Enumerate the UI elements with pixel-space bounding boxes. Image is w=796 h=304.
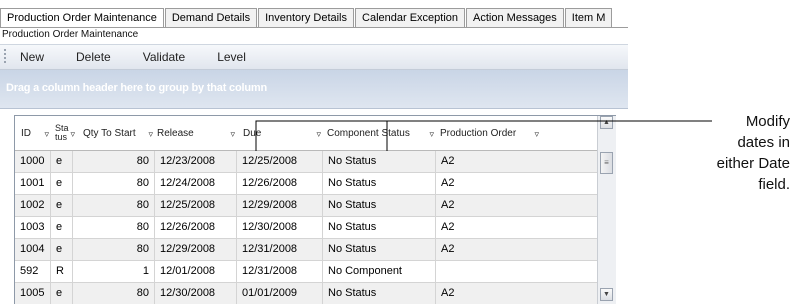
callout-line-2: dates in <box>737 134 790 151</box>
production-order-cell[interactable]: A2 <box>436 217 541 238</box>
filter-icon[interactable]: ▿ <box>230 129 235 140</box>
toolbar-grip-icon[interactable] <box>4 49 6 65</box>
component-status-cell[interactable]: No Status <box>323 217 436 238</box>
qty-cell[interactable]: 80 <box>73 283 155 304</box>
release-date-cell[interactable]: 12/25/2008 <box>155 195 237 216</box>
production-order-cell[interactable]: A2 <box>436 151 541 172</box>
qty-cell[interactable]: 1 <box>73 261 155 282</box>
callout-text: Modify dates in either Date field. <box>717 111 790 195</box>
production-order-cell[interactable]: A2 <box>436 283 541 304</box>
release-date-cell[interactable]: 12/23/2008 <box>155 151 237 172</box>
tab-action-messages[interactable]: Action Messages <box>466 8 564 27</box>
release-date-cell[interactable]: 12/24/2008 <box>155 173 237 194</box>
status-cell[interactable]: e <box>51 195 73 216</box>
table-row[interactable]: 592 R 1 12/01/2008 12/31/2008 No Compone… <box>15 261 597 283</box>
panel-title: Production Order Maintenance <box>0 28 628 42</box>
group-by-hint: Drag a column header here to group by th… <box>6 82 267 94</box>
component-status-cell[interactable]: No Component <box>323 261 436 282</box>
status-cell[interactable]: e <box>51 239 73 260</box>
validate-button[interactable]: Validate <box>143 50 185 64</box>
production-order-cell[interactable]: A2 <box>436 173 541 194</box>
column-header-qty-to-start[interactable]: Qty To Start ▿ <box>73 116 155 150</box>
filter-icon[interactable]: ▿ <box>316 129 321 140</box>
tab-strip: Production Order Maintenance Demand Deta… <box>0 8 628 28</box>
tab-inventory-details[interactable]: Inventory Details <box>258 8 355 27</box>
due-date-cell[interactable]: 12/30/2008 <box>237 217 323 238</box>
scroll-up-icon[interactable]: ▲ <box>600 116 613 129</box>
table-row[interactable]: 1004 e 80 12/29/2008 12/31/2008 No Statu… <box>15 239 597 261</box>
id-cell[interactable]: 1004 <box>15 239 51 260</box>
component-status-cell[interactable]: No Status <box>323 283 436 304</box>
production-order-grid: ID ▿ Sta tus ▿ Qty To Start ▿ Release ▿ D… <box>14 115 616 304</box>
release-date-cell[interactable]: 12/29/2008 <box>155 239 237 260</box>
component-status-cell[interactable]: No Status <box>323 195 436 216</box>
production-order-cell[interactable]: A2 <box>436 239 541 260</box>
table-row[interactable]: 1001 e 80 12/24/2008 12/26/2008 No Statu… <box>15 173 597 195</box>
tab-item-master[interactable]: Item M <box>564 8 613 27</box>
table-row[interactable]: 1005 e 80 12/30/2008 01/01/2009 No Statu… <box>15 283 597 304</box>
filter-icon[interactable]: ▿ <box>429 129 434 140</box>
qty-cell[interactable]: 80 <box>73 195 155 216</box>
tab-production-order-maintenance[interactable]: Production Order Maintenance <box>0 8 164 28</box>
due-date-cell[interactable]: 01/01/2009 <box>237 283 323 304</box>
grid-header: ID ▿ Sta tus ▿ Qty To Start ▿ Release ▿ D… <box>15 116 597 151</box>
filter-icon[interactable]: ▿ <box>44 129 49 140</box>
vertical-scrollbar[interactable]: ▲ ≡ ▼ <box>597 116 616 304</box>
tab-calendar-exception[interactable]: Calendar Exception <box>355 8 466 27</box>
production-order-cell[interactable]: A2 <box>436 195 541 216</box>
application-window: Production Order Maintenance Demand Deta… <box>0 0 628 304</box>
column-header-production-order[interactable]: Production Order ▿ <box>436 116 541 150</box>
tab-demand-details[interactable]: Demand Details <box>164 8 258 27</box>
production-order-cell[interactable] <box>436 261 541 282</box>
component-status-cell[interactable]: No Status <box>323 173 436 194</box>
status-cell[interactable]: e <box>51 283 73 304</box>
qty-cell[interactable]: 80 <box>73 239 155 260</box>
scroll-thumb[interactable]: ≡ <box>600 152 613 174</box>
table-row[interactable]: 1002 e 80 12/25/2008 12/29/2008 No Statu… <box>15 195 597 217</box>
column-header-component-status[interactable]: Component Status ▿ <box>323 116 436 150</box>
status-cell[interactable]: e <box>51 217 73 238</box>
due-date-cell[interactable]: 12/31/2008 <box>237 261 323 282</box>
id-cell[interactable]: 592 <box>15 261 51 282</box>
column-header-status[interactable]: Sta tus ▿ <box>51 116 75 150</box>
filter-icon[interactable]: ▿ <box>534 129 539 140</box>
delete-button[interactable]: Delete <box>76 50 111 64</box>
toolbar: New Delete Validate Level <box>0 44 628 70</box>
status-cell[interactable]: e <box>51 151 73 172</box>
id-cell[interactable]: 1000 <box>15 151 51 172</box>
new-button[interactable]: New <box>20 50 44 64</box>
qty-cell[interactable]: 80 <box>73 173 155 194</box>
id-cell[interactable]: 1001 <box>15 173 51 194</box>
grid-body: 1000 e 80 12/23/2008 12/25/2008 No Statu… <box>15 151 597 304</box>
callout-line-4: field. <box>758 176 790 193</box>
status-cell[interactable]: e <box>51 173 73 194</box>
level-button[interactable]: Level <box>217 50 246 64</box>
due-date-cell[interactable]: 12/25/2008 <box>237 151 323 172</box>
release-date-cell[interactable]: 12/26/2008 <box>155 217 237 238</box>
callout-line-1: Modify <box>745 113 790 130</box>
table-row[interactable]: 1003 e 80 12/26/2008 12/30/2008 No Statu… <box>15 217 597 239</box>
id-cell[interactable]: 1005 <box>15 283 51 304</box>
column-header-due[interactable]: Due ▿ <box>237 116 323 150</box>
due-date-cell[interactable]: 12/29/2008 <box>237 195 323 216</box>
release-date-cell[interactable]: 12/30/2008 <box>155 283 237 304</box>
id-cell[interactable]: 1003 <box>15 217 51 238</box>
component-status-cell[interactable]: No Status <box>323 239 436 260</box>
group-by-area[interactable]: Drag a column header here to group by th… <box>0 70 628 109</box>
callout-line-3: either Date <box>716 155 790 172</box>
due-date-cell[interactable]: 12/31/2008 <box>237 239 323 260</box>
column-header-release[interactable]: Release ▿ <box>155 116 237 150</box>
id-cell[interactable]: 1002 <box>15 195 51 216</box>
release-date-cell[interactable]: 12/01/2008 <box>155 261 237 282</box>
component-status-cell[interactable]: No Status <box>323 151 436 172</box>
due-date-cell[interactable]: 12/26/2008 <box>237 173 323 194</box>
qty-cell[interactable]: 80 <box>73 151 155 172</box>
table-row[interactable]: 1000 e 80 12/23/2008 12/25/2008 No Statu… <box>15 151 597 173</box>
scroll-down-icon[interactable]: ▼ <box>600 288 613 301</box>
qty-cell[interactable]: 80 <box>73 217 155 238</box>
status-cell[interactable]: R <box>51 261 73 282</box>
column-header-id[interactable]: ID ▿ <box>15 116 51 150</box>
filter-icon[interactable]: ▿ <box>148 129 153 140</box>
